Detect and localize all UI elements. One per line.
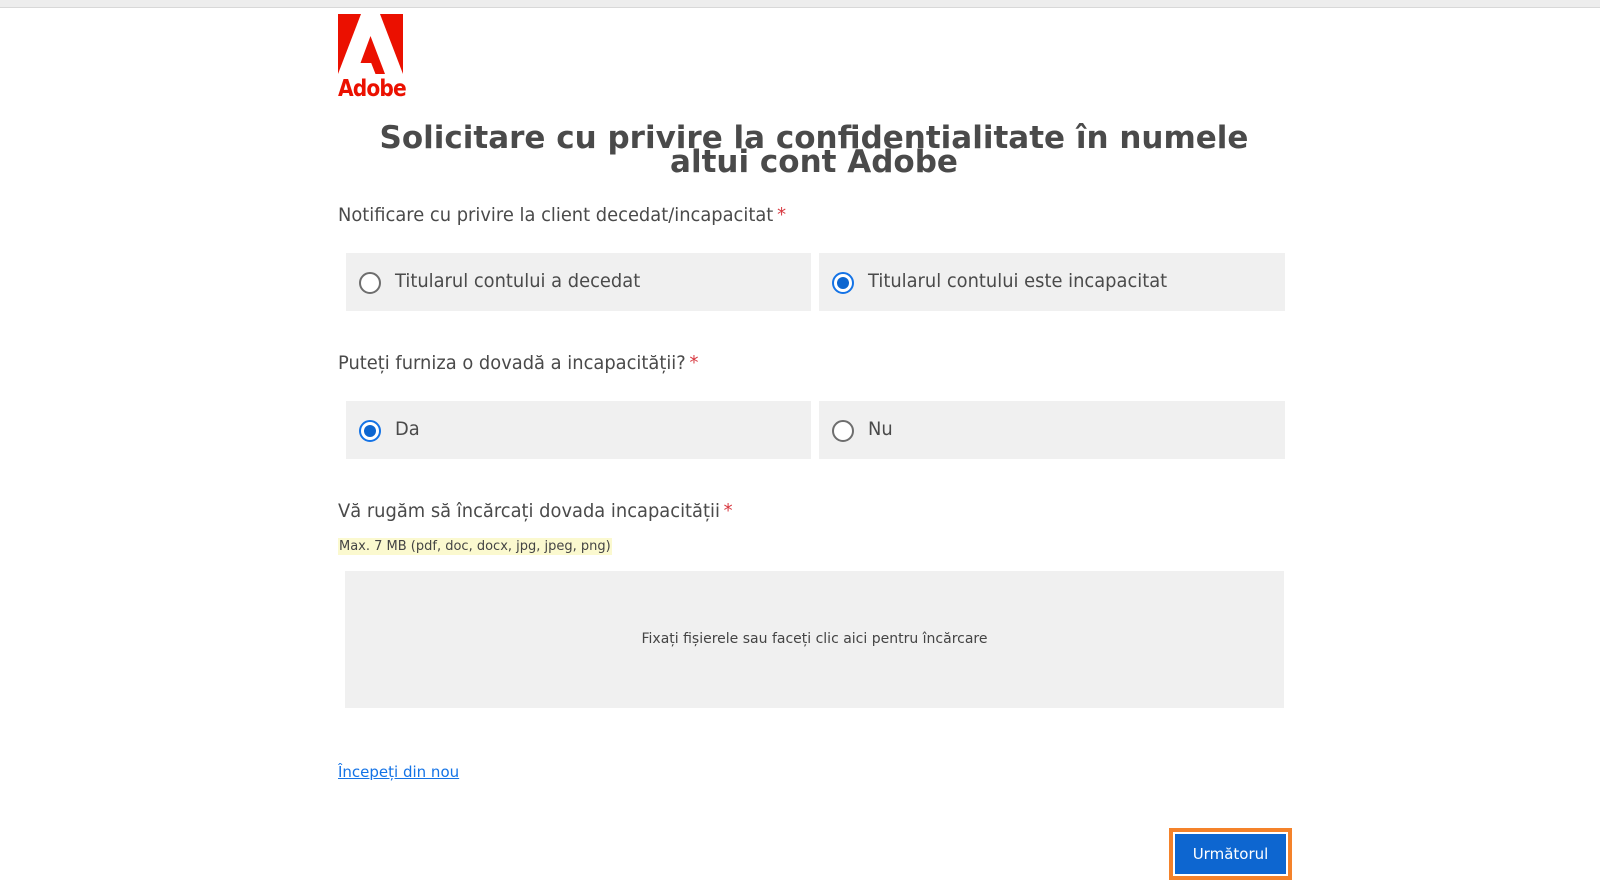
radio-option-label: Titularul contului este incapacitat (868, 270, 1168, 292)
next-button[interactable]: Următorul (1175, 834, 1286, 874)
required-asterisk: * (723, 500, 733, 522)
question-label-text: Puteți furniza o dovadă a incapacității? (338, 352, 686, 374)
dropzone-text: Fixați fișierele sau faceți clic aici pe… (641, 631, 988, 647)
browser-top-bar (0, 0, 1600, 8)
radio-button-checked[interactable] (832, 272, 854, 294)
radio-button-checked[interactable] (359, 420, 381, 442)
question-proof-label: Puteți furniza o dovadă a incapacității?… (338, 352, 698, 374)
radio-option-incapacitated[interactable]: Titularul contului este incapacitat (819, 253, 1285, 311)
file-dropzone[interactable]: Fixați fișierele sau faceți clic aici pe… (345, 571, 1284, 708)
upload-label: Vă rugăm să încărcați dovada incapacităț… (338, 500, 733, 522)
radio-button-unchecked[interactable] (832, 420, 854, 442)
radio-option-label: Nu (868, 418, 893, 440)
required-asterisk: * (689, 352, 699, 374)
start-over-link[interactable]: Începeți din nou (338, 763, 459, 781)
radio-button-unchecked[interactable] (359, 272, 381, 294)
radio-option-label: Titularul contului a decedat (395, 270, 641, 292)
radio-option-yes[interactable]: Da (346, 401, 811, 459)
radio-option-deceased[interactable]: Titularul contului a decedat (346, 253, 811, 311)
upload-label-text: Vă rugăm să încărcați dovada incapacităț… (338, 500, 720, 522)
adobe-logo: Adobe (338, 14, 407, 106)
upload-size-hint: Max. 7 MB (pdf, doc, docx, jpg, jpeg, pn… (338, 538, 612, 555)
radio-option-no[interactable]: Nu (819, 401, 1285, 459)
page-title: Solicitare cu privire la confidentialita… (379, 120, 1249, 180)
adobe-wordmark: Adobe (338, 76, 407, 102)
required-asterisk: * (777, 204, 786, 226)
question-deceased-incapacitated-label: Notificare cu privire la client decedat/… (338, 204, 786, 226)
question-label-text: Notificare cu privire la client decedat/… (338, 204, 774, 226)
adobe-logo-icon (338, 14, 403, 74)
radio-option-label: Da (395, 418, 420, 440)
